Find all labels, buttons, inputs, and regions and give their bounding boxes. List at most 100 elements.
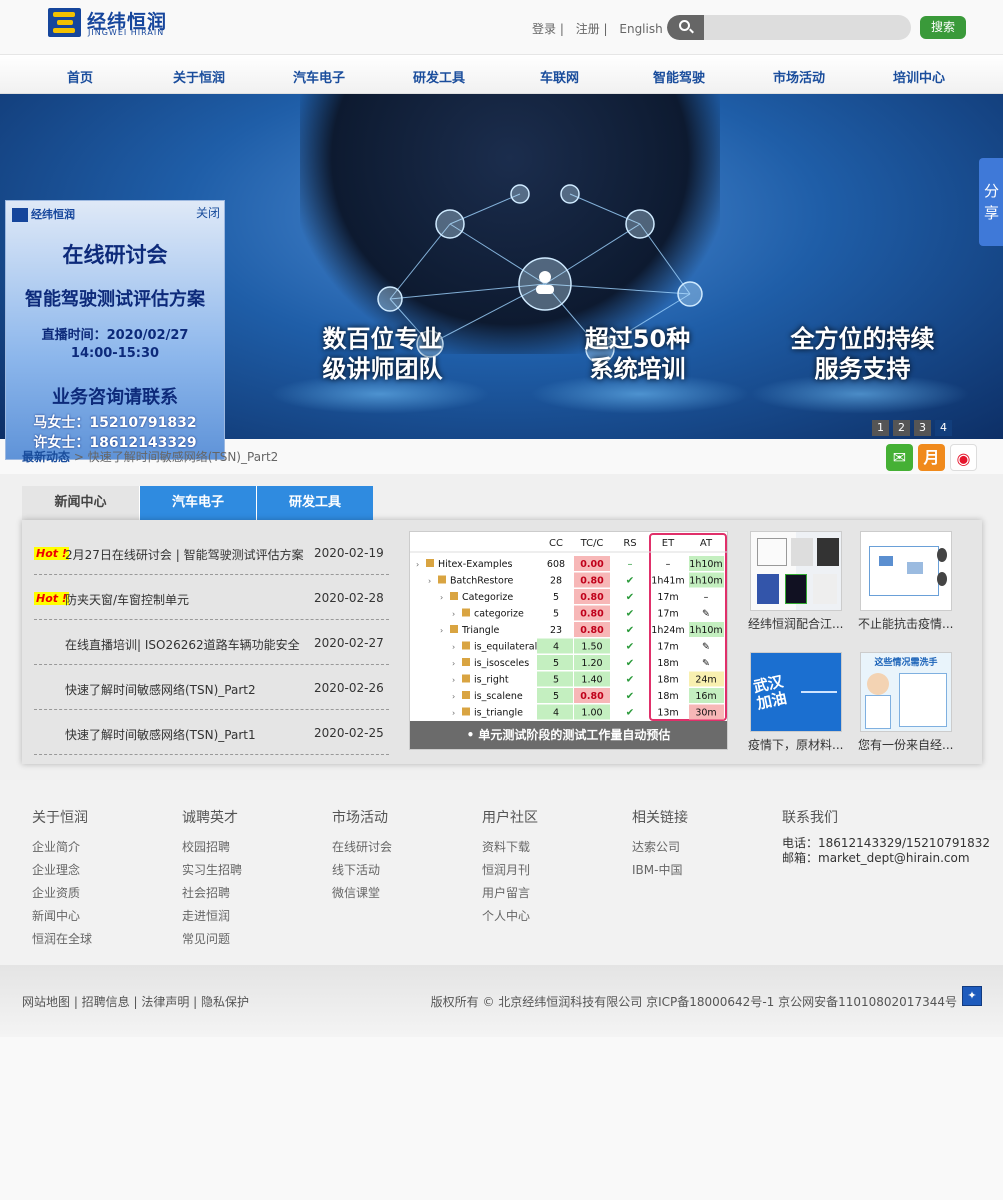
footer-link[interactable]: 校园招聘	[182, 836, 242, 859]
webinar-popup[interactable]: 经纬恒润 关闭 在线研讨会 智能驾驶测试评估方案 直播时间：2020/02/27…	[5, 200, 225, 460]
tree-toggle[interactable]: ›	[452, 676, 455, 685]
footer-link[interactable]: 社会招聘	[182, 882, 242, 905]
banner-text-line: 超过50种	[584, 325, 691, 353]
tree-toggle[interactable]: ›	[452, 709, 455, 718]
bottom-links[interactable]: 网站地图 | 招聘信息 | 法律声明 | 隐私保护	[22, 993, 249, 1010]
news-item[interactable]: Hot ! 防夹天窗/车窗控制单元 2020-02-28	[34, 575, 389, 620]
row-name: BatchRestore	[450, 576, 514, 587]
monthly-icon[interactable]: 月	[918, 444, 945, 471]
tab-rd-tools[interactable]: 研发工具	[256, 486, 373, 520]
tree-toggle[interactable]: ›	[440, 593, 443, 602]
footer-link[interactable]: 常见问题	[182, 928, 242, 951]
nav-training[interactable]: 培训中心	[893, 67, 945, 86]
baidu-paw-icon[interactable]: ✦	[962, 986, 982, 1006]
login-link[interactable]: 登录 |	[532, 22, 564, 36]
feature-image[interactable]: CC TC/C RS ET AT › Hitex-Examples 608 0.00 – – 1h10…	[409, 531, 728, 750]
footer-col-community: 用户社区 资料下载 恒润月刊 用户留言 个人中心	[482, 807, 538, 928]
footer-link[interactable]: 用户留言	[482, 882, 538, 905]
footer-link[interactable]: 线下活动	[332, 859, 392, 882]
contact-email[interactable]: 邮箱：market_dept@hirain.com	[782, 851, 990, 866]
thumbnail-item[interactable]: 不止能抗击疫情...	[858, 531, 963, 631]
tree-toggle[interactable]: ›	[452, 692, 455, 701]
rs-value: ✔	[626, 658, 634, 669]
popup-time-range: 14:00-15:30	[70, 346, 160, 361]
banner-page-4[interactable]: 4	[935, 420, 952, 436]
tcc-value: 1.50	[581, 642, 602, 653]
thumbnail-caption[interactable]: 您有一份来自经...	[858, 736, 963, 753]
tree-toggle[interactable]: ›	[452, 659, 455, 668]
news-title[interactable]: 在线直播培训| ISO26262道路车辆功能安全	[65, 636, 300, 653]
footer-link[interactable]: 企业资质	[32, 882, 92, 905]
tree-toggle[interactable]: ›	[440, 626, 443, 635]
footer-link[interactable]: 企业简介	[32, 836, 92, 859]
share-button[interactable]: 分享	[979, 158, 1003, 246]
footer-link[interactable]: 恒润月刊	[482, 859, 538, 882]
thumbnail-item[interactable]: 这些情况需洗手 您有一份来自经...	[858, 652, 963, 752]
nav-about[interactable]: 关于恒润	[173, 67, 225, 86]
bottom-bar: 网站地图 | 招聘信息 | 法律声明 | 隐私保护 版权所有 © 北京经纬恒润科…	[0, 965, 1003, 1037]
footer-col-title: 诚聘英才	[182, 810, 238, 826]
footer-link[interactable]: 新闻中心	[32, 905, 92, 928]
thumbnail-image: 这些情况需洗手	[860, 652, 952, 732]
news-item[interactable]: 快速了解时间敏感网络(TSN)_Part2 2020-02-26	[34, 665, 389, 710]
banner-text-line: 数百位专业	[322, 325, 443, 353]
nav-rd-tools[interactable]: 研发工具	[413, 67, 465, 86]
footer-link[interactable]: 恒润在全球	[32, 928, 92, 951]
footer-link[interactable]: 在线研讨会	[332, 836, 392, 859]
banner-page-2[interactable]: 2	[893, 420, 910, 436]
news-title[interactable]: 防夹天窗/车窗控制单元	[65, 591, 189, 608]
news-title[interactable]: 2月27日在线研讨会 | 智能驾驶测试评估方案	[65, 546, 304, 563]
thumbnail-item[interactable]: 武汉加油 疫情下，原材料...	[748, 652, 853, 752]
nav-events[interactable]: 市场活动	[773, 67, 825, 86]
logo[interactable]: 经纬恒润 JINGWEI HIRAIN	[48, 8, 166, 38]
nav-home[interactable]: 首页	[67, 67, 93, 86]
news-title[interactable]: 快速了解时间敏感网络(TSN)_Part1	[65, 726, 256, 743]
cc-value: 5	[553, 592, 559, 603]
tree-toggle[interactable]: ›	[452, 643, 455, 652]
tab-news[interactable]: 新闻中心	[22, 486, 139, 520]
et-value: 13m	[657, 708, 678, 719]
wechat-icon[interactable]: ✉	[886, 444, 913, 471]
news-title[interactable]: 快速了解时间敏感网络(TSN)_Part2	[65, 681, 256, 698]
tree-toggle[interactable]: ›	[428, 577, 431, 586]
thumbnail-caption[interactable]: 不止能抗击疫情...	[858, 615, 963, 632]
thumbnail-item[interactable]: 经纬恒润配合江...	[748, 531, 853, 631]
news-item[interactable]: 快速了解时间敏感网络(TSN)_Part1 2020-02-25	[34, 710, 389, 755]
search-input[interactable]	[705, 15, 910, 40]
tcc-value: 0.80	[580, 576, 604, 587]
news-item[interactable]: Hot ! 2月27日在线研讨会 | 智能驾驶测试评估方案 2020-02-19	[34, 530, 389, 575]
news-item[interactable]: 在线直播培训| ISO26262道路车辆功能安全 2020-02-27	[34, 620, 389, 665]
english-link[interactable]: English	[619, 22, 662, 36]
footer-link[interactable]: 微信课堂	[332, 882, 392, 905]
footer-link[interactable]: 资料下载	[482, 836, 538, 859]
footer-link[interactable]: 企业理念	[32, 859, 92, 882]
feature-caption[interactable]: • 单元测试阶段的测试工作量自动预估	[410, 721, 727, 749]
nav-autonomous[interactable]: 智能驾驶	[653, 67, 705, 86]
footer-link[interactable]: 个人中心	[482, 905, 538, 928]
search-icon[interactable]	[667, 15, 704, 40]
cc-value: 608	[547, 559, 565, 570]
register-link[interactable]: 注册 |	[576, 22, 608, 36]
rs-value: ✔	[626, 625, 634, 636]
tree-toggle[interactable]: ›	[452, 610, 455, 619]
nav-automotive[interactable]: 汽车电子	[293, 67, 345, 86]
breadcrumb-home[interactable]: 最新动态	[22, 450, 70, 464]
thumbnail-caption[interactable]: 疫情下，原材料...	[748, 736, 853, 753]
tab-automotive[interactable]: 汽车电子	[139, 486, 256, 520]
banner-page-3[interactable]: 3	[914, 420, 931, 436]
footer-link[interactable]: 达索公司	[632, 836, 688, 859]
nav-iov[interactable]: 车联网	[540, 67, 579, 86]
popup-logo: 经纬恒润	[12, 206, 75, 222]
breadcrumb-current[interactable]: 快速了解时间敏感网络(TSN)_Part2	[88, 450, 279, 464]
footer-link[interactable]: 走进恒润	[182, 905, 242, 928]
thumbnail-caption[interactable]: 经纬恒润配合江...	[748, 615, 853, 632]
search-button[interactable]: 搜索	[920, 16, 966, 39]
footer-link[interactable]: 实习生招聘	[182, 859, 242, 882]
weibo-icon[interactable]: ◉	[950, 444, 977, 471]
banner-page-1[interactable]: 1	[872, 420, 889, 436]
footer-link[interactable]: IBM-中国	[632, 859, 688, 882]
tree-toggle[interactable]: ›	[416, 560, 419, 569]
footer: 关于恒润 企业简介 企业理念 企业资质 新闻中心 恒润在全球 诚聘英才 校园招聘…	[0, 780, 1003, 965]
popup-close-button[interactable]: 关闭	[196, 204, 220, 221]
social-icons: ✉ 月 ◉	[886, 444, 982, 471]
